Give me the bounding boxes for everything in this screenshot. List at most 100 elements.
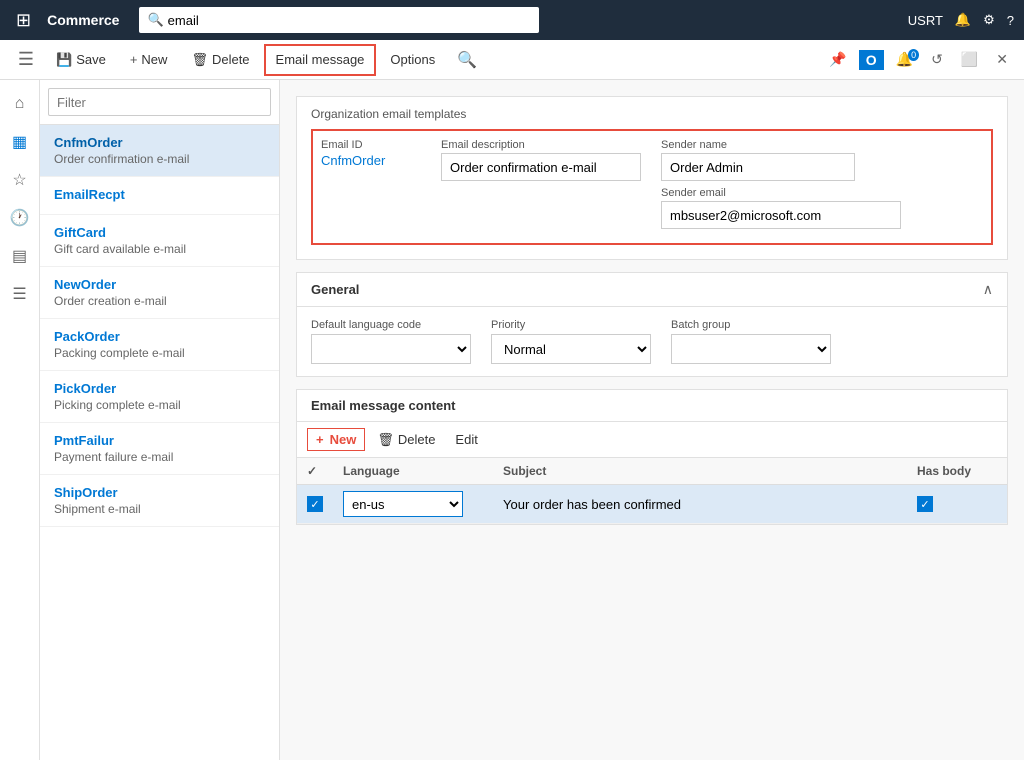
filter-input[interactable]: [48, 88, 271, 116]
list-item[interactable]: NewOrder Order creation e-mail: [40, 267, 279, 319]
window-controls: 📌 O 🔔0 ↺ ⬜ ✕: [823, 49, 1014, 70]
general-body: Default language code Priority Normal Hi…: [297, 307, 1007, 376]
plus-icon: +: [316, 432, 324, 447]
content-delete-button[interactable]: 🗑 Delete: [369, 429, 443, 451]
table-wrapper: ✓ Language Subject Has body ✓: [297, 458, 1007, 524]
restore-control[interactable]: ⬜: [955, 49, 984, 70]
check-icon: ✓: [307, 496, 323, 512]
list-item[interactable]: EmailRecpt: [40, 177, 279, 215]
new-label: New: [330, 432, 357, 447]
delete-icon: 🗑: [191, 52, 208, 68]
sender-email-input[interactable]: [661, 201, 901, 229]
default-lang-field: Default language code: [311, 319, 471, 364]
filter-area: [40, 80, 279, 125]
calendar-icon[interactable]: ▤: [4, 240, 36, 272]
row-language[interactable]: en-us: [333, 485, 493, 524]
new-button[interactable]: + New: [120, 44, 178, 76]
bell-icon[interactable]: 🔔: [955, 12, 971, 28]
col-subject-header: Subject: [493, 458, 907, 485]
batch-group-select[interactable]: [671, 334, 831, 364]
table-row[interactable]: ✓ en-us Your order has been confirmed ✓: [297, 485, 1007, 524]
list-item[interactable]: CnfmOrder Order confirmation e-mail: [40, 125, 279, 177]
batch-group-field: Batch group: [671, 319, 831, 364]
content-area: Organization email templates Email ID Cn…: [280, 80, 1024, 760]
list-icon[interactable]: ☰: [4, 278, 36, 310]
refresh-control[interactable]: ↺: [925, 49, 949, 70]
list-item[interactable]: PickOrder Picking complete e-mail: [40, 371, 279, 423]
list-item-subtitle: Order creation e-mail: [54, 294, 265, 308]
content-table: ✓ Language Subject Has body ✓: [297, 458, 1007, 524]
search-input[interactable]: [168, 13, 532, 28]
list-item-title: PackOrder: [54, 329, 265, 344]
sender-name-field: Sender name: [661, 139, 855, 181]
close-control[interactable]: ✕: [990, 49, 1014, 70]
options-button[interactable]: Options: [380, 44, 445, 76]
list-item[interactable]: PmtFailur Payment failure e-mail: [40, 423, 279, 475]
list-item-subtitle: Order confirmation e-mail: [54, 152, 265, 166]
row-has-body: ✓: [907, 485, 1007, 524]
list-item-title: PickOrder: [54, 381, 265, 396]
grid-icon[interactable]: ⊞: [10, 10, 37, 31]
list-item[interactable]: GiftCard Gift card available e-mail: [40, 215, 279, 267]
list-item-subtitle: Shipment e-mail: [54, 502, 265, 516]
save-button[interactable]: 💾 Save: [46, 44, 116, 76]
email-desc-field: Email description: [441, 139, 641, 181]
list-item[interactable]: PackOrder Packing complete e-mail: [40, 319, 279, 371]
list-item-title: NewOrder: [54, 277, 265, 292]
content-edit-button[interactable]: Edit: [447, 429, 485, 450]
sender-email-label: Sender email: [661, 187, 901, 199]
sender-name-input[interactable]: [661, 153, 855, 181]
language-select[interactable]: en-us: [343, 491, 463, 517]
delete-button[interactable]: 🗑 Delete: [181, 44, 259, 76]
email-id-spacer: [321, 187, 421, 229]
priority-label: Priority: [491, 319, 651, 331]
email-desc-input[interactable]: [441, 153, 641, 181]
gear-icon[interactable]: ⚙: [983, 12, 995, 28]
list-item-subtitle: Picking complete e-mail: [54, 398, 265, 412]
delete-label: Delete: [398, 432, 436, 447]
list-item-subtitle: Packing complete e-mail: [54, 346, 265, 360]
top-nav: ⊞ Commerce 🔍 USRT 🔔 ⚙ ?: [0, 0, 1024, 40]
star-icon[interactable]: ☆: [4, 164, 36, 196]
search-box[interactable]: 🔍: [139, 7, 539, 33]
desc-spacer: [441, 187, 641, 229]
user-label: USRT: [908, 13, 943, 28]
home-icon[interactable]: ⌂: [4, 88, 36, 120]
email-id-value[interactable]: CnfmOrder: [321, 153, 421, 168]
main-layout: ⌂ ▦ ☆ 🕐 ▤ ☰ CnfmOrder Order confirmation…: [0, 80, 1024, 760]
help-icon[interactable]: ?: [1007, 13, 1014, 28]
email-id-field: Email ID CnfmOrder: [321, 139, 421, 181]
row-subject: Your order has been confirmed: [493, 485, 907, 524]
history-icon[interactable]: 🕐: [4, 202, 36, 234]
col-language-header: Language: [333, 458, 493, 485]
filter-icon[interactable]: ▦: [4, 126, 36, 158]
col-check-header: ✓: [297, 458, 333, 485]
content-new-button[interactable]: + New: [307, 428, 365, 451]
email-message-button[interactable]: Email message: [264, 44, 377, 76]
outlook-control[interactable]: O: [859, 50, 884, 70]
nav-right: USRT 🔔 ⚙ ?: [908, 12, 1014, 28]
priority-field: Priority Normal High Low: [491, 319, 651, 364]
batch-group-label: Batch group: [671, 319, 831, 331]
list-items: CnfmOrder Order confirmation e-mail Emai…: [40, 125, 279, 760]
search-icon: 🔍: [147, 12, 163, 28]
row-check: ✓: [297, 485, 333, 524]
hamburger-icon[interactable]: ☰: [10, 44, 42, 76]
sidebar-icons: ⌂ ▦ ☆ 🕐 ▤ ☰: [0, 80, 40, 760]
list-item[interactable]: ShipOrder Shipment e-mail: [40, 475, 279, 527]
toolbar: ☰ 💾 Save + New 🗑 Delete Email message Op…: [0, 40, 1024, 80]
general-header[interactable]: General ∧: [297, 273, 1007, 307]
list-item-title: PmtFailur: [54, 433, 265, 448]
table-header-row: ✓ Language Subject Has body: [297, 458, 1007, 485]
toolbar-search-icon[interactable]: 🔍: [457, 50, 477, 70]
list-item-title: EmailRecpt: [54, 187, 265, 202]
priority-select[interactable]: Normal High Low: [491, 334, 651, 364]
collapse-icon: ∧: [983, 281, 993, 298]
org-section-title: Organization email templates: [311, 107, 993, 121]
pin-control[interactable]: 📌: [823, 49, 852, 70]
list-item-title: CnfmOrder: [54, 135, 265, 150]
app-title: Commerce: [47, 12, 119, 28]
default-lang-select[interactable]: [311, 334, 471, 364]
notification-control[interactable]: 🔔0: [890, 49, 919, 70]
general-title: General: [311, 282, 359, 297]
